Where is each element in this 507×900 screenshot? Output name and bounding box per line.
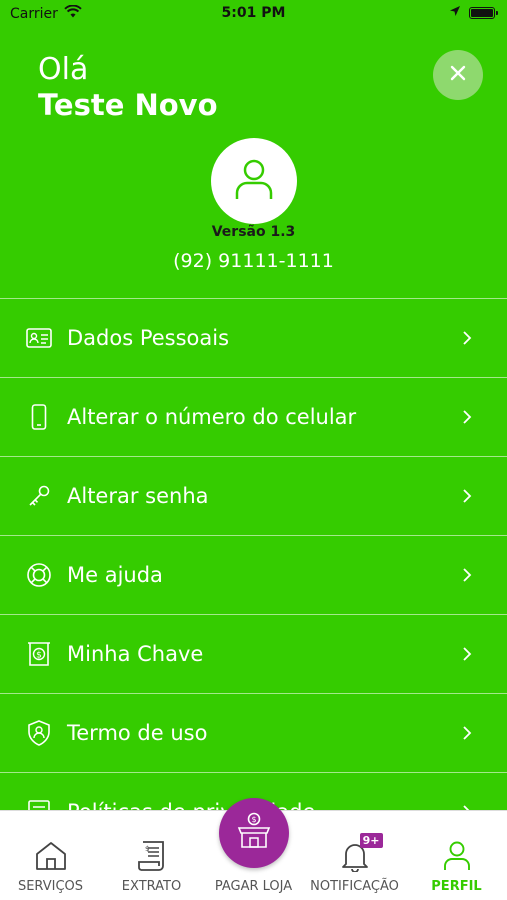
battery-icon [469,7,498,19]
menu-item-alterar-celular[interactable]: Alterar o número do celular [0,378,507,457]
svg-text:$: $ [145,845,149,853]
chevron-right-icon [461,330,473,346]
id-card-icon [26,325,52,351]
nav-label: PAGAR LOJA [214,879,293,894]
menu-item-label: Alterar o número do celular [67,405,357,429]
chevron-right-icon [461,567,473,583]
nav-item-servicos[interactable]: SERVIÇOS [0,811,101,900]
chevron-right-icon [461,646,473,662]
key-icon [26,483,52,509]
chevron-right-icon [461,409,473,425]
document-icon [26,799,52,810]
menu-item-label: Minha Chave [67,642,204,666]
svg-text:$: $ [36,651,42,661]
store-icon: $ [235,812,273,854]
user-name: Teste Novo [38,88,218,122]
profile-menu: Dados Pessoais Alterar o número do celul… [0,298,507,810]
status-time: 5:01 PM [221,5,286,21]
notification-badge: 9+ [359,833,383,848]
svg-text:$: $ [251,815,256,824]
lifebuoy-icon [26,562,52,588]
menu-item-termo-de-uso[interactable]: Termo de uso [0,694,507,773]
menu-item-alterar-senha[interactable]: Alterar senha [0,457,507,536]
menu-item-me-ajuda[interactable]: Me ajuda [0,536,507,615]
money-slot-icon: $ [26,641,52,667]
phone-icon [26,404,52,430]
menu-item-dados-pessoais[interactable]: Dados Pessoais [0,299,507,378]
nav-label: NOTIFICAÇÃO [310,879,399,894]
pagar-loja-button[interactable]: $ [219,798,289,868]
nav-label: SERVIÇOS [17,879,84,894]
bell-icon: 9+ [337,833,383,873]
location-arrow-icon [449,5,461,21]
menu-item-label: Dados Pessoais [67,326,230,350]
user-icon [439,839,475,873]
menu-item-label: Me ajuda [67,563,163,587]
chevron-right-icon [461,725,473,741]
close-icon [450,65,466,85]
home-icon [33,839,69,873]
avatar [211,138,297,224]
status-right [449,5,498,21]
menu-item-minha-chave[interactable]: $ Minha Chave [0,615,507,694]
shield-user-icon [26,720,52,746]
nav-label: PERFIL [431,879,482,894]
nav-item-extrato[interactable]: $ EXTRATO [101,811,202,900]
app-version: Versão 1.3 [211,224,296,240]
menu-item-label: Termo de uso [67,721,208,745]
receipt-icon: $ [134,839,170,873]
close-button[interactable] [433,50,483,100]
user-avatar-icon [234,157,274,205]
nav-label: EXTRATO [121,879,182,894]
nav-item-perfil[interactable]: PERFIL [406,811,507,900]
phone-number: (92) 91111-1111 [173,250,334,272]
nav-item-notificacao[interactable]: 9+ NOTIFICAÇÃO [304,811,405,900]
menu-item-label: Alterar senha [67,484,209,508]
greeting-text: Olá [38,52,89,87]
status-bar: Carrier 5:01 PM [0,0,507,28]
chevron-right-icon [461,488,473,504]
